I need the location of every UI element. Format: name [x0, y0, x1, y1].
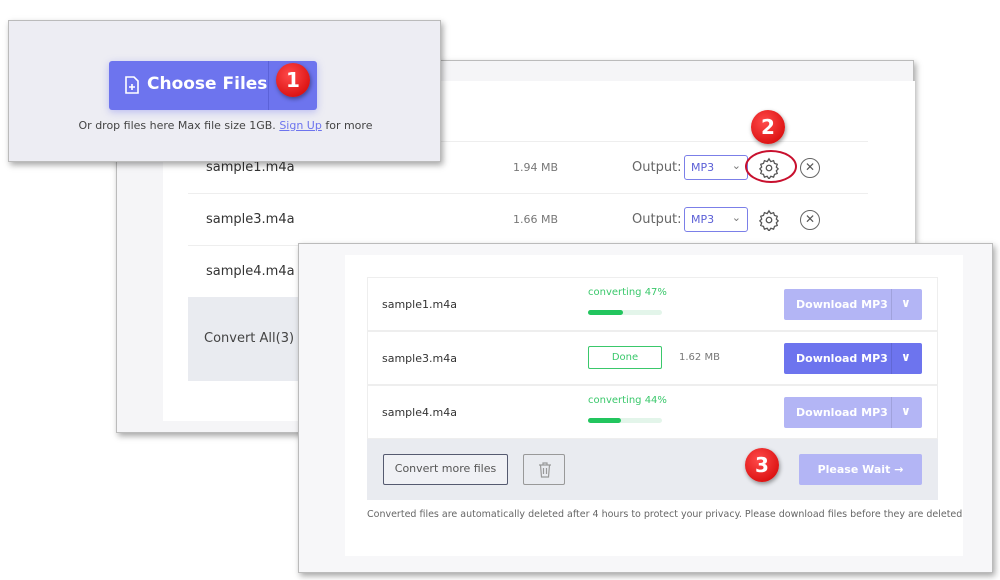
file-size: 1.66 MB — [513, 213, 559, 226]
download-label: Download MP3 — [796, 406, 888, 419]
file-name: sample3.m4a — [206, 212, 295, 227]
privacy-note: Converted files are automatically delete… — [367, 509, 963, 520]
file-name: sample3.m4a — [382, 352, 457, 365]
remove-icon[interactable]: ✕ — [800, 210, 820, 230]
download-button[interactable]: Download MP3 ∨ — [784, 343, 922, 374]
results-card: sample1.m4a converting 47% Download MP3 ∨… — [345, 255, 963, 556]
trash-icon — [539, 462, 551, 478]
delete-button[interactable] — [523, 454, 565, 485]
chevron-down-icon: ⌄ — [731, 211, 741, 224]
chevron-down-icon[interactable]: ∨ — [901, 296, 911, 310]
file-name: sample1.m4a — [206, 160, 295, 175]
wait-label: Please Wait — [817, 463, 891, 476]
format-value: MP3 — [691, 161, 715, 174]
queue-row: sample3.m4a 1.66 MB Output: MP3 ⌄ ✕ — [188, 193, 868, 245]
results-footer: Convert more files Please Wait → — [367, 439, 938, 500]
progress-fill — [588, 310, 623, 315]
file-size: 1.62 MB — [679, 352, 720, 363]
chevron-down-icon[interactable]: ∨ — [901, 350, 911, 364]
file-name: sample4.m4a — [206, 264, 295, 279]
drop-suffix: for more — [325, 119, 373, 132]
remove-icon[interactable]: ✕ — [800, 158, 820, 178]
output-label: Output: — [632, 212, 682, 227]
results-panel: sample1.m4a converting 47% Download MP3 ∨… — [298, 243, 993, 573]
chevron-down-icon: ⌄ — [731, 159, 741, 172]
download-label: Download MP3 — [796, 298, 888, 311]
format-select[interactable]: MP3 ⌄ — [684, 155, 748, 180]
file-name: sample4.m4a — [382, 406, 457, 419]
highlight-ring — [745, 150, 797, 183]
progress-bar — [588, 310, 662, 315]
divider — [268, 61, 269, 110]
file-name: sample1.m4a — [382, 298, 457, 311]
download-button[interactable]: Download MP3 ∨ — [784, 289, 922, 320]
download-label: Download MP3 — [796, 352, 888, 365]
step-badge-3: 3 — [745, 448, 779, 482]
drop-hint: Or drop files here Max file size 1GB. Si… — [9, 119, 442, 132]
status-text: converting 44% — [588, 395, 667, 406]
file-size: 1.94 MB — [513, 161, 559, 174]
drop-text: Or drop files here Max file size 1GB. — [78, 119, 276, 132]
convert-more-button[interactable]: Convert more files — [383, 454, 508, 485]
gear-icon[interactable] — [758, 209, 780, 231]
file-plus-icon — [125, 76, 139, 94]
download-button[interactable]: Download MP3 ∨ — [784, 397, 922, 428]
result-row: sample3.m4a Done 1.62 MB Download MP3 ∨ — [367, 331, 938, 385]
please-wait-button[interactable]: Please Wait → — [799, 454, 922, 485]
result-row: sample4.m4a converting 44% Download MP3 ∨ — [367, 385, 938, 439]
output-label: Output: — [632, 160, 682, 175]
status-badge: Done — [588, 346, 662, 369]
convert-all-label: Convert All(3) F — [204, 331, 306, 346]
format-select[interactable]: MP3 ⌄ — [684, 207, 748, 232]
upload-panel: Choose Files Or drop files here Max file… — [8, 20, 441, 162]
progress-bar — [588, 418, 662, 423]
step-badge-1: 1 — [276, 63, 310, 97]
format-value: MP3 — [691, 213, 715, 226]
sign-up-link[interactable]: Sign Up — [279, 119, 322, 132]
arrow-right-icon: → — [894, 463, 904, 476]
choose-files-label: Choose Files — [147, 74, 268, 94]
chevron-down-icon[interactable]: ∨ — [901, 404, 911, 418]
result-row: sample1.m4a converting 47% Download MP3 ∨ — [367, 277, 938, 331]
progress-fill — [588, 418, 621, 423]
status-text: converting 47% — [588, 287, 667, 298]
step-badge-2: 2 — [751, 110, 785, 144]
